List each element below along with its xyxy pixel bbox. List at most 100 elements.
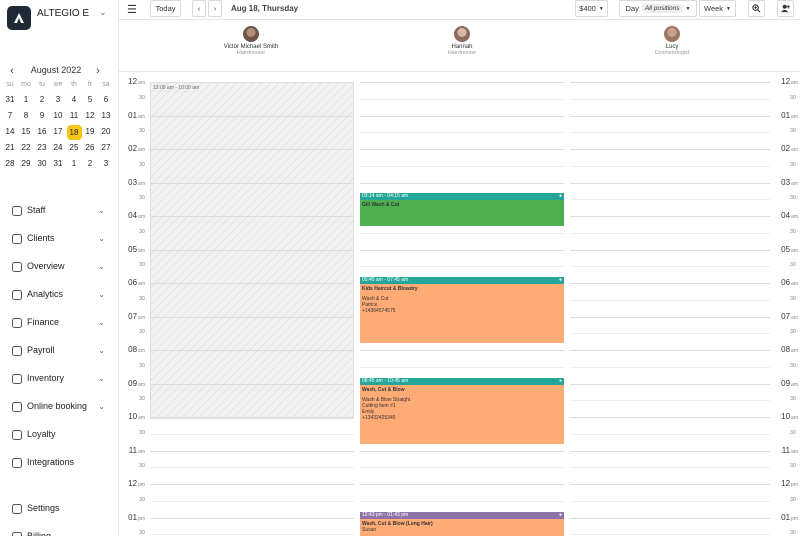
today-button[interactable]: Today (150, 0, 181, 17)
add-user-icon[interactable] (777, 0, 794, 17)
half-hour-gridline (150, 165, 354, 167)
calendar-day[interactable]: 4 (66, 92, 82, 108)
hour-value: 07 (128, 311, 138, 321)
calendar-day[interactable]: 10 (50, 108, 66, 124)
appointment-body: Wash, Cut & Blow Wash & Blow Straight Cutt… (360, 385, 564, 423)
calendar-day[interactable]: 24 (50, 140, 66, 156)
calendar-day[interactable]: 8 (18, 108, 34, 124)
caret-down-icon: ▼ (598, 5, 604, 12)
calendar-day[interactable]: 27 (98, 140, 114, 156)
calendar-day[interactable]: 23 (34, 140, 50, 156)
zoom-icon[interactable] (748, 0, 765, 17)
calendar-day[interactable]: 26 (82, 140, 98, 156)
calendar-day[interactable]: 19 (82, 124, 98, 140)
half-hour-gridline (570, 467, 770, 469)
half-hour-gridline (150, 199, 354, 201)
calendar-day[interactable]: 20 (98, 124, 114, 140)
calendar-day[interactable]: 22 (18, 140, 34, 156)
menu-icon[interactable]: ☰ (127, 3, 137, 16)
calendar-day[interactable]: 16 (34, 124, 50, 140)
hour-value: 12 (781, 479, 791, 488)
calendar-day[interactable]: 7 (2, 108, 18, 124)
calendar-week: 7 8 9 10 11 12 13 (2, 108, 116, 124)
calendar-day[interactable]: 28 (2, 156, 18, 172)
hour-label: 02am (128, 144, 145, 153)
hour-label: 10am (128, 412, 145, 421)
calendar-week: 14 15 16 17 18 19 20 (2, 124, 116, 140)
chevron-right-icon[interactable]: › (92, 64, 104, 78)
hour-value: 12 (781, 77, 791, 86)
calendar-day[interactable]: 3 (98, 156, 114, 172)
calendar-day[interactable]: 29 (18, 156, 34, 172)
calendar-day[interactable]: 15 (18, 124, 34, 140)
hour-suffix: am (791, 281, 798, 287)
sidebar-item-analytics[interactable]: Analytics ⌄ (0, 280, 118, 308)
caret-down-icon: ▼ (685, 5, 691, 12)
calendar-day[interactable]: 1 (18, 92, 34, 108)
chevron-right-icon[interactable]: › (208, 0, 222, 17)
half-hour-gridline (570, 433, 770, 435)
sidebar-item-overview[interactable]: Overview ⌄ (0, 252, 118, 280)
staff-column-header[interactable]: Lucy Cosmetologist (572, 26, 772, 56)
appointment-card[interactable]: 05:45 am - 07:45 am ● Kids Haircut & Blowd… (360, 277, 564, 343)
calendar-day[interactable]: 2 (82, 156, 98, 172)
sidebar-item-integrations[interactable]: Integrations (0, 448, 118, 476)
calendar-day[interactable]: 18 (66, 124, 82, 140)
sidebar-item-billing[interactable]: Billing (0, 522, 118, 536)
hour-suffix: am (791, 113, 798, 120)
half-hour-gridline (150, 333, 354, 335)
staff-position: Cosmetologist (654, 50, 690, 56)
staff-column-header[interactable]: Victor Michael Smith Hairdresser (151, 26, 351, 56)
calendar-day[interactable]: 5 (82, 92, 98, 108)
calendar-day[interactable]: 25 (66, 140, 82, 156)
calendar-day[interactable]: 12 (82, 108, 98, 124)
calendar-day[interactable]: 2 (34, 92, 50, 108)
chevron-down-icon[interactable]: ⌄ (99, 7, 107, 18)
sidebar-item-staff[interactable]: Staff ⌄ (0, 196, 118, 224)
positions-tag: All positions (641, 4, 683, 13)
company-logo[interactable] (7, 6, 31, 30)
chevron-down-icon: ⌄ (98, 233, 105, 243)
calendar-day[interactable]: 6 (98, 92, 114, 108)
hour-value: 09 (781, 378, 791, 388)
calendar-day[interactable]: 3 (50, 92, 66, 108)
staff-column-header[interactable]: Hannah Hairdresser (362, 26, 562, 56)
appointment-time: 05:45 am - 07:45 am ● (360, 277, 564, 284)
sidebar-item-payroll[interactable]: Payroll ⌄ (0, 336, 118, 364)
sidebar-item-loyalty[interactable]: Loyalty (0, 420, 118, 448)
calendar-day[interactable]: 31 (2, 92, 18, 108)
hour-label: 04am (128, 211, 145, 220)
view-select[interactable]: Day All positions ▼ (619, 0, 697, 17)
schedule-grid[interactable]: 12:00 am - 10:00 am 12am 30 01am 30 02am 30 03… (119, 72, 800, 536)
sidebar-item-label: Overview (27, 261, 65, 271)
appointment-card[interactable]: 03:14 am - 04:15 am ● Gill Wash & Cut (360, 193, 564, 226)
sidebar-item-online-booking[interactable]: Online booking ⌄ (0, 392, 118, 420)
sidebar-item-clients[interactable]: Clients ⌄ (0, 224, 118, 252)
chevron-left-icon[interactable]: ‹ (6, 64, 18, 78)
calendar-day[interactable]: 1 (66, 156, 82, 172)
calendar-day[interactable]: 11 (66, 108, 82, 124)
appointment-time: 08:45 am - 10:45 am ● (360, 378, 564, 385)
calendar-day[interactable]: 21 (2, 140, 18, 156)
appointment-card[interactable]: 08:45 am - 10:45 am ● Wash, Cut & Blow Wash… (360, 378, 564, 444)
sidebar-item-inventory[interactable]: Inventory ⌄ (0, 364, 118, 392)
hour-suffix: am (138, 147, 145, 153)
weekday-label: fr (87, 81, 93, 88)
chevron-left-icon[interactable]: ‹ (192, 0, 206, 17)
calendar-day[interactable]: 9 (34, 108, 50, 124)
half-hour-gridline (150, 433, 354, 435)
calendar-day[interactable]: 14 (2, 124, 18, 140)
half-hour-gridline (150, 534, 354, 536)
calendar-day[interactable]: 31 (50, 156, 66, 172)
hour-suffix: pm (791, 482, 798, 488)
calendar-day[interactable]: 13 (98, 108, 114, 124)
sidebar-item-settings[interactable]: Settings (0, 494, 118, 522)
calendar-day[interactable]: 17 (50, 124, 66, 140)
appointment-card[interactable]: 12:43 pm - 01:43 pm ● Wash, Cut & Blow (Lo… (360, 512, 564, 536)
half-hour-label: 30 (138, 396, 145, 403)
amount-select[interactable]: $400 ▼ (575, 0, 608, 17)
company-name[interactable]: ALTEGIO E (37, 8, 97, 19)
week-select[interactable]: Week ▼ (699, 0, 736, 17)
calendar-day[interactable]: 30 (34, 156, 50, 172)
sidebar-item-finance[interactable]: Finance ⌄ (0, 308, 118, 336)
